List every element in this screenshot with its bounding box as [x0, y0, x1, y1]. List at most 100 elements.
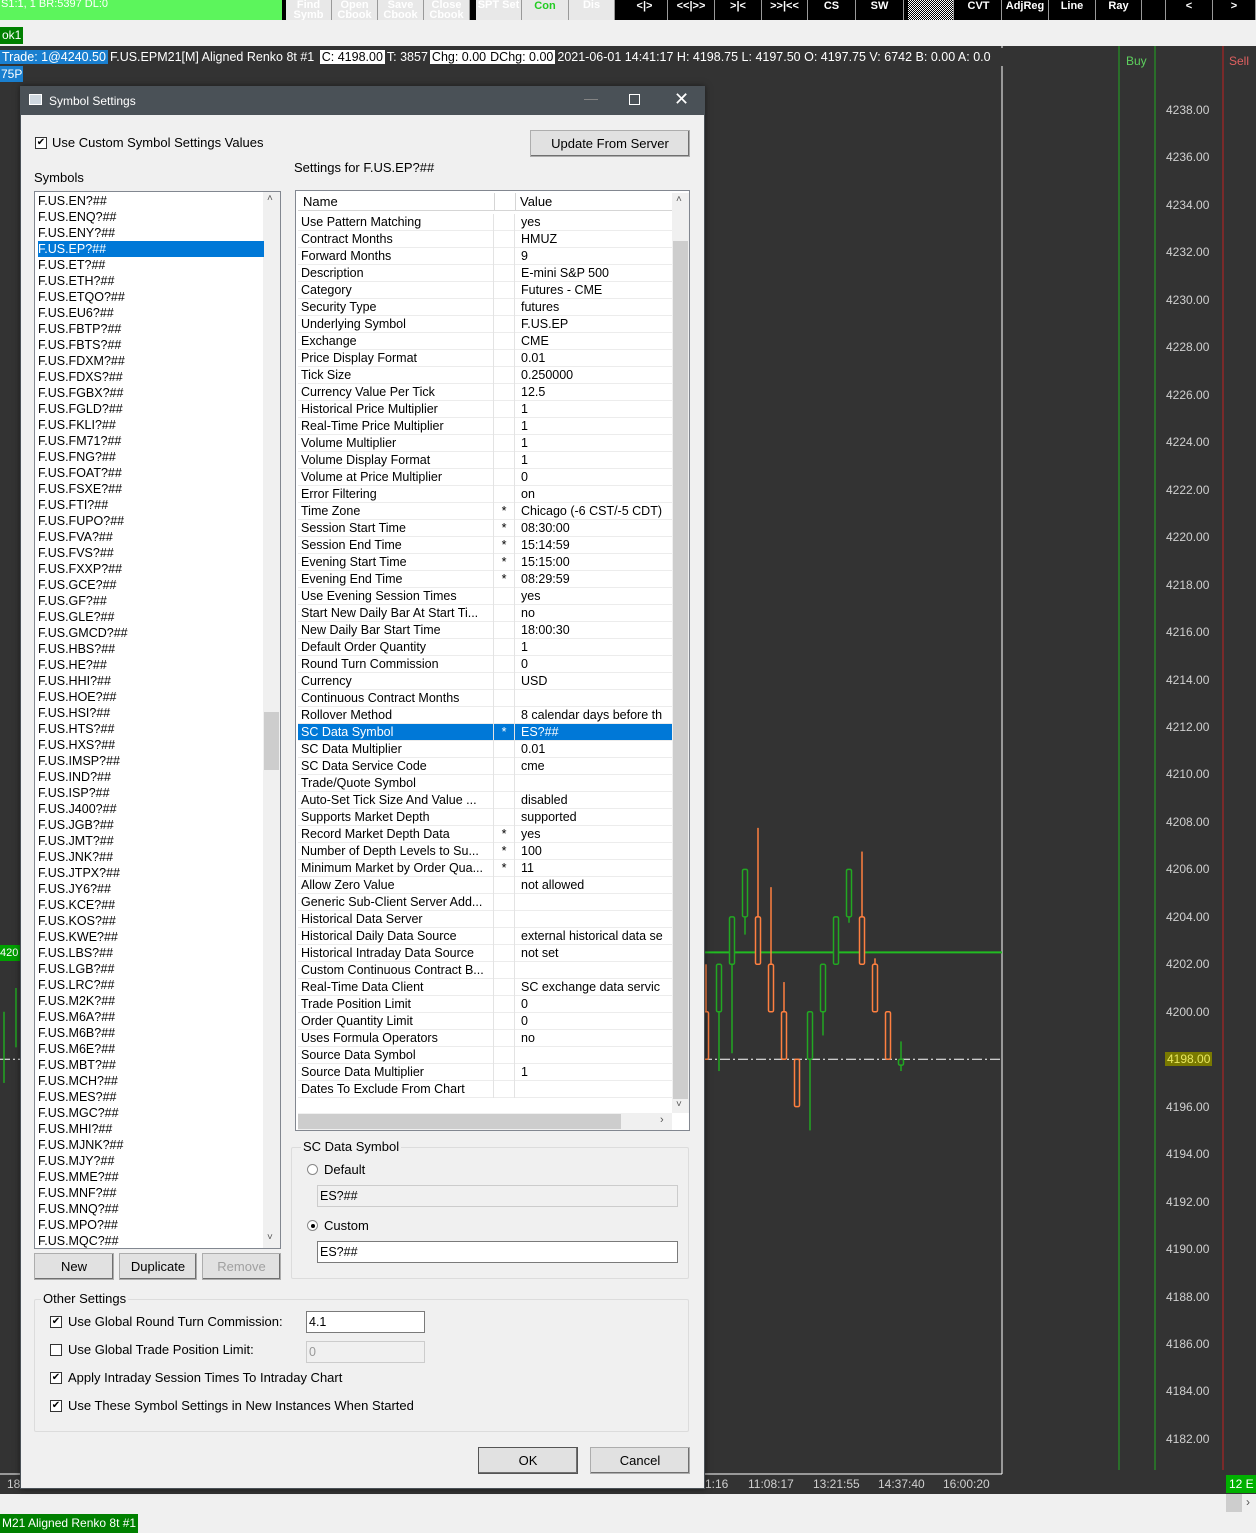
symbol-list-item[interactable]: F.US.MJNK?## — [38, 1137, 264, 1153]
setting-value[interactable]: ES?## — [515, 724, 672, 741]
symbol-list-item[interactable]: F.US.KWE?## — [38, 929, 264, 945]
settings-row[interactable]: Source Data Multiplier 1 — [298, 1064, 672, 1081]
symbol-list-item[interactable]: F.US.ETH?## — [38, 273, 264, 289]
settings-row[interactable]: Forward Months 9 — [298, 248, 672, 265]
settings-row[interactable]: Description E-mini S&P 500 — [298, 265, 672, 282]
symbol-list-item[interactable]: F.US.ETQO?## — [38, 289, 264, 305]
setting-value[interactable]: 9 — [515, 248, 672, 265]
use-custom-checkbox[interactable]: ✔ — [35, 137, 47, 149]
symbol-list-item[interactable]: F.US.M6A?## — [38, 1009, 264, 1025]
symbol-list-item[interactable]: F.US.FXXP?## — [38, 561, 264, 577]
settings-row[interactable]: Record Market Depth Data * yes — [298, 826, 672, 843]
chartbook-tab[interactable]: ok1 — [0, 27, 24, 44]
setting-value[interactable]: not set — [515, 945, 672, 962]
symbol-list-item[interactable]: F.US.MNF?## — [38, 1185, 264, 1201]
symbol-list-item[interactable]: F.US.MJY?## — [38, 1153, 264, 1169]
tool-button-13[interactable]: > — [1213, 0, 1256, 20]
symbol-list-item[interactable]: F.US.MBT?## — [38, 1057, 264, 1073]
name-column-header[interactable]: Name — [303, 193, 338, 211]
duplicate-symbol-button[interactable]: Duplicate — [119, 1253, 197, 1280]
close-icon[interactable]: ✕ — [674, 89, 689, 110]
setting-value[interactable] — [515, 1081, 672, 1098]
setting-value[interactable]: 100 — [515, 843, 672, 860]
setting-value[interactable]: 0.01 — [515, 350, 672, 367]
ok-button[interactable]: OK — [478, 1447, 578, 1474]
symbol-list-item[interactable]: F.US.HTS?## — [38, 721, 264, 737]
symbol-list-item[interactable]: F.US.HSI?## — [38, 705, 264, 721]
symbol-list-item[interactable]: F.US.MHI?## — [38, 1121, 264, 1137]
settings-row[interactable]: Session Start Time * 08:30:00 — [298, 520, 672, 537]
chart-tab[interactable]: M21 Aligned Renko 8t #1 — [0, 1514, 139, 1533]
tool-button-6[interactable] — [908, 0, 954, 20]
setting-value[interactable]: 08:29:59 — [515, 571, 672, 588]
setting-value[interactable]: 0 — [515, 656, 672, 673]
settings-row[interactable]: Generic Sub-Client Server Add... — [298, 894, 672, 911]
settings-row[interactable]: Evening Start Time * 15:15:00 — [298, 554, 672, 571]
symbol-list-item[interactable]: F.US.FUPO?## — [38, 513, 264, 529]
symbol-list-item[interactable]: F.US.GF?## — [38, 593, 264, 609]
symbol-list-item[interactable]: F.US.FGLD?## — [38, 401, 264, 417]
symbol-list-item[interactable]: F.US.GLE?## — [38, 609, 264, 625]
tool-button-1[interactable]: <<|>> — [668, 0, 715, 20]
setting-value[interactable] — [515, 1047, 672, 1064]
setting-value[interactable]: 8 calendar days before th — [515, 707, 672, 724]
symbol-list-item[interactable]: F.US.HXS?## — [38, 737, 264, 753]
global-commission-input[interactable]: 4.1 — [306, 1311, 425, 1333]
grid-horizontal-scrollbar[interactable]: › — [298, 1113, 672, 1130]
symbol-list-item[interactable]: F.US.HOE?## — [38, 689, 264, 705]
symbol-list-item[interactable]: F.US.JY6?## — [38, 881, 264, 897]
settings-row[interactable]: Custom Continuous Contract B... — [298, 962, 672, 979]
tool-button-10[interactable]: Ray — [1096, 0, 1142, 20]
settings-row[interactable]: Use Evening Session Times yes — [298, 588, 672, 605]
setting-value[interactable]: disabled — [515, 792, 672, 809]
tool-button-7[interactable]: CVT — [956, 0, 1002, 20]
custom-radio[interactable] — [307, 1220, 318, 1231]
toolbar-button-3[interactable]: Close Cbook — [424, 0, 470, 20]
settings-row[interactable]: Volume Multiplier 1 — [298, 435, 672, 452]
settings-row[interactable]: Minimum Market by Order Qua... * 11 — [298, 860, 672, 877]
settings-row[interactable]: Exchange CME — [298, 333, 672, 350]
setting-value[interactable]: 1 — [515, 435, 672, 452]
settings-row[interactable]: Trade Position Limit 0 — [298, 996, 672, 1013]
settings-row[interactable]: Round Turn Commission 0 — [298, 656, 672, 673]
symbol-list-item[interactable]: F.US.EP?## — [38, 241, 264, 257]
symbol-list-item[interactable]: F.US.EU6?## — [38, 305, 264, 321]
setting-value[interactable]: 1 — [515, 452, 672, 469]
setting-value[interactable]: SC exchange data servic — [515, 979, 672, 996]
setting-value[interactable]: on — [515, 486, 672, 503]
setting-value[interactable]: external historical data se — [515, 928, 672, 945]
toolbar-button-5[interactable]: Con — [522, 0, 569, 20]
minimize-icon[interactable]: — — [584, 90, 598, 106]
setting-value[interactable]: HMUZ — [515, 231, 672, 248]
symbol-list-item[interactable]: F.US.IND?## — [38, 769, 264, 785]
setting-value[interactable]: USD — [515, 673, 672, 690]
symbol-list-item[interactable]: F.US.GMCD?## — [38, 625, 264, 641]
symbol-list-item[interactable]: F.US.LGB?## — [38, 961, 264, 977]
symbol-list-item[interactable]: F.US.KCE?## — [38, 897, 264, 913]
tool-button-4[interactable]: CS — [808, 0, 856, 20]
settings-row[interactable]: Dates To Exclude From Chart — [298, 1081, 672, 1098]
settings-row[interactable]: Historical Data Server — [298, 911, 672, 928]
settings-row[interactable]: Trade/Quote Symbol — [298, 775, 672, 792]
symbol-list-item[interactable]: F.US.FVA?## — [38, 529, 264, 545]
symbol-list-item[interactable]: F.US.FDXM?## — [38, 353, 264, 369]
settings-row[interactable]: Real-Time Price Multiplier 1 — [298, 418, 672, 435]
symbol-list-item[interactable]: F.US.FM71?## — [38, 433, 264, 449]
settings-row[interactable]: Error Filtering on — [298, 486, 672, 503]
setting-value[interactable]: 18:00:30 — [515, 622, 672, 639]
symbol-list-item[interactable]: F.US.FKLI?## — [38, 417, 264, 433]
toolbar-button-2[interactable]: Save Cbook — [378, 0, 424, 20]
settings-row[interactable]: Session End Time * 15:14:59 — [298, 537, 672, 554]
setting-value[interactable]: 11 — [515, 860, 672, 877]
settings-row[interactable]: Real-Time Data Client SC exchange data se… — [298, 979, 672, 996]
setting-value[interactable]: 08:30:00 — [515, 520, 672, 537]
symbol-list-item[interactable]: F.US.FOAT?## — [38, 465, 264, 481]
settings-row[interactable]: Auto-Set Tick Size And Value ... disabled — [298, 792, 672, 809]
toolbar-button-6[interactable]: Dis — [569, 0, 615, 20]
settings-row[interactable]: Default Order Quantity 1 — [298, 639, 672, 656]
scroll-right-icon[interactable]: › — [1246, 1495, 1250, 1509]
scroll-up-icon[interactable]: ˄ — [267, 193, 273, 204]
tool-button-2[interactable]: >|< — [715, 0, 762, 20]
use-new-instances-checkbox[interactable]: ✔ — [50, 1400, 62, 1412]
setting-value[interactable]: yes — [515, 826, 672, 843]
